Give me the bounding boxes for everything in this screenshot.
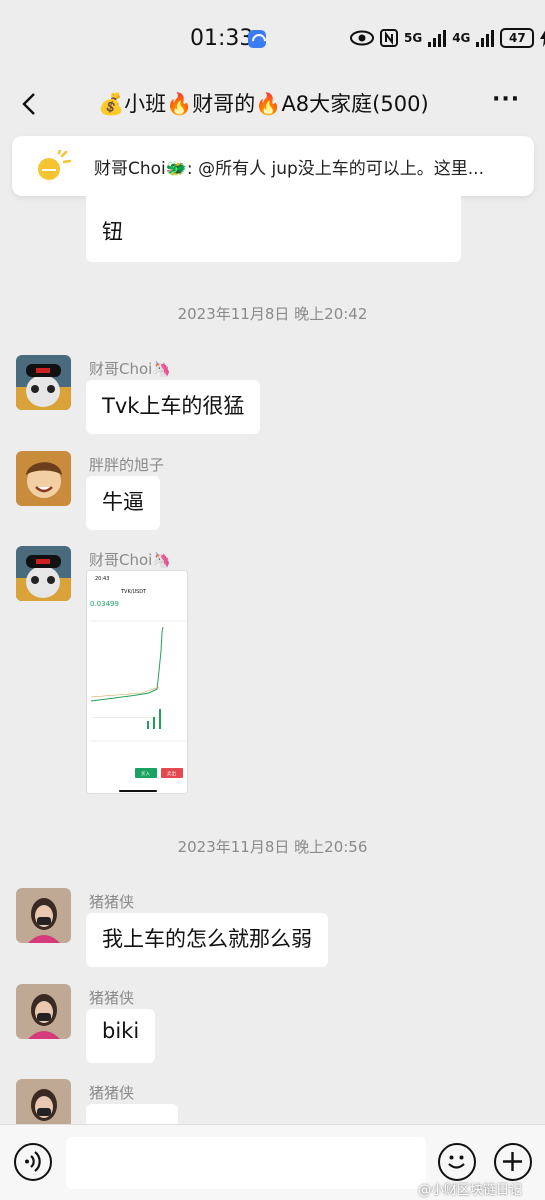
notice-text: 财哥Choi🐲: @所有人 jup没上车的可以上。这里... <box>94 159 484 179</box>
avatar[interactable] <box>16 355 71 410</box>
chat-title: 💰小班🔥财哥的🔥A8大家庭(500) <box>98 92 429 116</box>
signal-4g-label: 4G <box>452 31 471 45</box>
avatar-image <box>16 451 71 506</box>
timestamp: 2023年11月8日 晚上20:42 <box>177 305 368 323</box>
avatar[interactable] <box>16 546 71 601</box>
image-time: 20:43 <box>95 576 109 582</box>
sender-name: 胖胖的旭子 <box>89 456 165 474</box>
avatar-image <box>16 355 71 410</box>
message-bubble[interactable]: biki <box>86 1009 156 1063</box>
message-list[interactable]: 钮 2023年11月8日 晚上20:42 财哥Choi🦄 Tvk上车的很猛 胖胖… <box>0 196 545 1124</box>
signal-bars-icon <box>428 29 447 47</box>
message-input[interactable] <box>66 1137 426 1189</box>
avatar[interactable] <box>16 451 71 506</box>
timestamp: 2023年11月8日 晚上20:56 <box>177 838 368 856</box>
message-bubble[interactable] <box>86 1104 178 1124</box>
eye-icon <box>350 30 374 46</box>
pinned-notice[interactable]: 财哥Choi🐲: @所有人 jup没上车的可以上。这里... <box>12 136 534 196</box>
message-bubble[interactable]: Tvk上车的很猛 <box>86 380 261 434</box>
wifi-icon <box>248 30 266 48</box>
status-icons: 5G 4G 47 <box>350 28 545 48</box>
sender-name: 猪猪侠 <box>89 893 135 911</box>
status-time: 01:33 <box>190 26 254 51</box>
back-arrow-icon[interactable] <box>18 92 42 116</box>
signal-5g-label: 5G <box>404 31 423 45</box>
avatar-image <box>16 546 71 601</box>
image-message[interactable]: 20:43 TVK/USDT 0.03499 买入 卖出 <box>86 570 188 794</box>
emoji-icon[interactable] <box>438 1143 476 1181</box>
status-bar: 01:33 5G 4G 47 <box>0 0 545 80</box>
avatar-image <box>16 1079 71 1124</box>
avatar[interactable] <box>16 1079 71 1124</box>
voice-input-icon[interactable] <box>14 1143 52 1181</box>
sender-name: 财哥Choi🦄 <box>89 360 172 378</box>
avatar[interactable] <box>16 984 71 1039</box>
battery-icon: 47 <box>500 28 535 48</box>
image-pair: TVK/USDT <box>120 589 147 595</box>
avatar-image <box>16 984 71 1039</box>
nfc-icon <box>380 29 398 47</box>
message-bubble[interactable]: 牛逼 <box>86 476 160 530</box>
message-text: biki <box>102 1019 140 1043</box>
plus-icon[interactable] <box>494 1143 532 1181</box>
buy-label: 买入 <box>141 770 150 777</box>
chat-header: 💰小班🔥财哥的🔥A8大家庭(500) ··· <box>0 80 545 128</box>
watermark: @小财区块链日记 <box>418 1183 523 1198</box>
image-price: 0.03499 <box>90 600 119 608</box>
message-text: Tvk上车的很猛 <box>102 394 245 418</box>
more-options-icon[interactable]: ··· <box>492 89 522 114</box>
message-text: 我上车的怎么就那么弱 <box>102 927 312 951</box>
charging-icon <box>540 31 545 47</box>
message-bubble[interactable]: 我上车的怎么就那么弱 <box>86 913 328 967</box>
sender-name: 财哥Choi🦄 <box>89 551 172 569</box>
sender-name: 猪猪侠 <box>89 1084 135 1102</box>
message-bubble[interactable]: 钮 <box>86 196 461 262</box>
signal-bars-icon <box>476 29 495 47</box>
sell-label: 卖出 <box>167 770 176 777</box>
sender-name: 猪猪侠 <box>89 989 135 1007</box>
avatar[interactable] <box>16 888 71 943</box>
trading-chart-image: 20:43 TVK/USDT 0.03499 买入 卖出 <box>87 571 187 793</box>
message-text: 钮 <box>102 220 123 244</box>
announcement-icon <box>38 150 72 180</box>
avatar-image <box>16 888 71 943</box>
message-text: 牛逼 <box>102 490 144 514</box>
